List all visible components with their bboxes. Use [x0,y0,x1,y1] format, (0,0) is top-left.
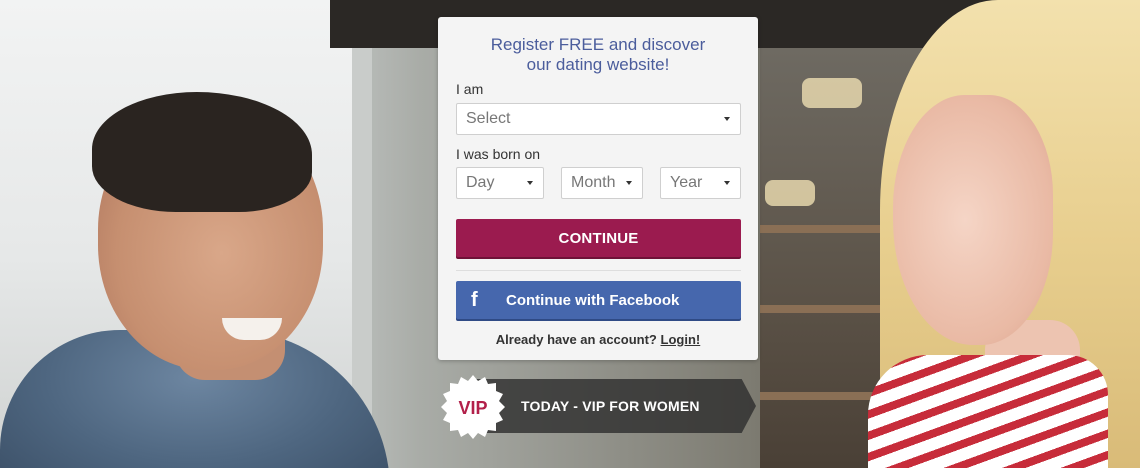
woman-striped-top [868,355,1108,468]
birth-date-label: I was born on [456,146,541,162]
panel-title-line2: our dating website! [526,55,670,74]
login-prompt: Already have an account? Login! [438,332,758,347]
facebook-icon: f [471,289,478,311]
caret-down-icon [626,181,632,185]
birth-month-value: Month [571,174,616,191]
birth-month-select[interactable]: Month [561,167,643,199]
facebook-button-label: Continue with Facebook [506,292,680,309]
background-lamp [765,180,815,206]
registration-panel: Register FREE and discover our dating we… [438,17,758,360]
facebook-login-button[interactable]: f Continue with Facebook [456,281,741,319]
birth-day-select[interactable]: Day [456,167,544,199]
gender-select[interactable]: Select [456,103,741,135]
login-prompt-text: Already have an account? [495,332,657,347]
birth-year-select[interactable]: Year [660,167,741,199]
panel-title: Register FREE and discover our dating we… [438,35,758,75]
continue-button[interactable]: CONTINUE [456,219,741,257]
background-lamp [802,78,862,108]
man-hair [92,92,312,212]
vip-badge-text: VIP [458,398,487,418]
i-am-label: I am [456,81,484,97]
birth-day-value: Day [466,174,495,191]
caret-down-icon [724,117,730,121]
gender-select-value: Select [466,110,511,127]
vip-badge-icon: VIP [441,375,505,439]
woman-face [893,95,1053,345]
birth-year-value: Year [670,174,703,191]
vip-banner-text: TODAY - VIP FOR WOMEN [521,398,700,414]
login-link[interactable]: Login! [661,332,701,347]
caret-down-icon [724,181,730,185]
divider [456,270,741,271]
caret-down-icon [527,181,533,185]
panel-title-line1: Register FREE and discover [490,35,706,54]
